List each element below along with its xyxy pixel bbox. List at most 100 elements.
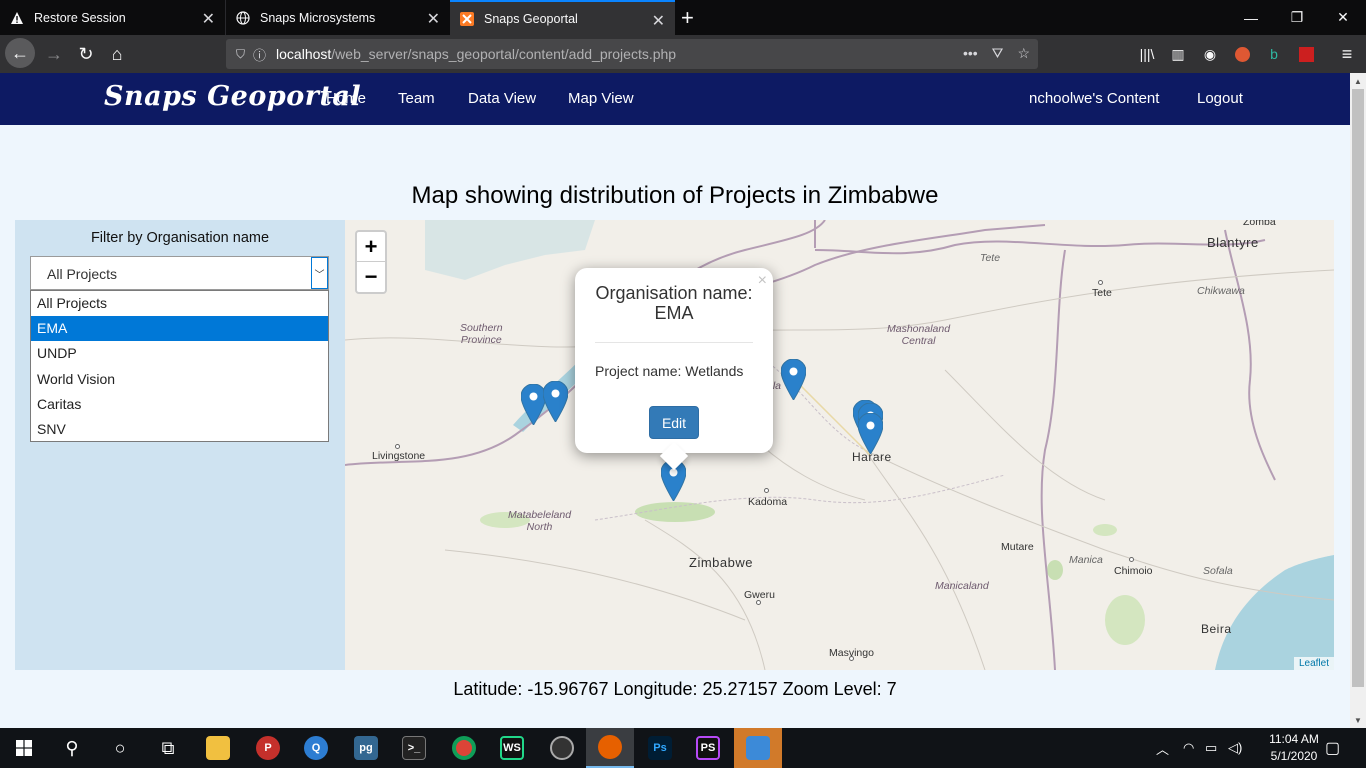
option-snv[interactable]: SNV [31, 417, 328, 442]
new-tab-icon[interactable]: + [681, 5, 694, 31]
popup-divider [595, 342, 753, 343]
browser-toolbar: ← → ↻ ⌂ ⛉ ⓘ localhost/web_server/snaps_g… [0, 35, 1366, 73]
place-label: Manicaland [935, 580, 989, 592]
media-app-icon[interactable] [538, 728, 586, 768]
pocket-icon[interactable]: ⛛ [992, 45, 1004, 62]
zoom-in-button[interactable]: + [357, 232, 385, 262]
reload-icon[interactable]: ↻ [72, 40, 100, 68]
tab-snaps-geoportal[interactable]: Snaps Geoportal ✕ [450, 0, 675, 35]
nav-data-view[interactable]: Data View [468, 90, 536, 107]
minimize-icon[interactable]: — [1228, 0, 1274, 35]
popup-org-label: Organisation name: [595, 283, 753, 303]
option-all-projects[interactable]: All Projects [31, 291, 328, 316]
city-dot [1129, 557, 1134, 562]
map-marker-icon[interactable] [781, 359, 806, 400]
nav-team[interactable]: Team [398, 90, 435, 107]
battery-icon[interactable]: ▭ [1205, 728, 1217, 768]
nav-user-content[interactable]: nchoolwe's Content [1029, 90, 1159, 107]
windows-start-icon[interactable] [0, 728, 48, 768]
bookmark-star-icon[interactable]: ☆ [1017, 45, 1030, 62]
tab-snaps-microsystems[interactable]: Snaps Microsystems ✕ [225, 0, 450, 35]
leaflet-map[interactable]: + − Zomba Blantyre Tete Tete Chikwawa So… [345, 220, 1334, 670]
xampp-icon [460, 11, 474, 26]
close-tab-icon[interactable]: ✕ [652, 11, 665, 31]
organisation-select[interactable]: All Projects ﹀ [30, 256, 329, 290]
map-marker-icon[interactable] [858, 413, 883, 454]
place-label: Manica [1069, 554, 1103, 566]
magnifier-app-icon[interactable]: Q [292, 728, 340, 768]
zoom-out-button[interactable]: − [357, 262, 385, 292]
info-icon[interactable]: ⓘ [253, 45, 266, 64]
forward-icon[interactable]: → [40, 40, 68, 68]
restore-window-icon[interactable]: ❐ [1274, 0, 1320, 35]
nav-map-view[interactable]: Map View [568, 90, 634, 107]
extension-bing-icon[interactable]: b [1264, 44, 1284, 64]
edit-button[interactable]: Edit [649, 406, 699, 439]
clock-date: 5/1/2020 [1270, 749, 1318, 763]
filter-label: Filter by Organisation name [90, 230, 270, 246]
selected-value: All Projects [47, 266, 118, 282]
shield-icon[interactable]: ⛉ [236, 47, 245, 62]
page-actions-icon[interactable]: ••• [963, 45, 978, 62]
leaflet-attribution-link[interactable]: Leaflet [1293, 657, 1334, 670]
popup-org-value: EMA [654, 303, 694, 323]
terminal-icon[interactable]: >_ [390, 728, 438, 768]
scrollbar-thumb[interactable] [1352, 89, 1364, 687]
warning-icon [10, 11, 24, 25]
app-p-icon[interactable]: P [244, 728, 292, 768]
filter-panel: Filter by Organisation name All Projects… [15, 220, 345, 670]
control-panel-icon[interactable] [734, 728, 782, 768]
chevron-down-icon[interactable]: ﹀ [311, 257, 328, 289]
map-marker-icon[interactable] [543, 381, 568, 422]
site-navbar: Snaps Geoportal Home Team Data View Map … [0, 73, 1350, 125]
firefox-icon[interactable] [586, 728, 634, 768]
system-clock[interactable]: 11:04 AM 5/1/2020 [1255, 731, 1333, 765]
home-icon[interactable]: ⌂ [103, 40, 131, 68]
tab-title: Restore Session [34, 10, 126, 25]
task-view-icon[interactable]: ⧉ [144, 728, 192, 768]
webstorm-icon[interactable]: WS [488, 728, 536, 768]
browser-tab-strip: Restore Session ✕ Snaps Microsystems ✕ S… [0, 0, 1366, 35]
nav-home[interactable]: Home [326, 90, 366, 107]
postgresql-icon[interactable]: pg [342, 728, 390, 768]
library-icon[interactable]: |||\ [1137, 44, 1157, 64]
extension-duckduckgo-icon[interactable] [1232, 44, 1252, 64]
place-label: Gweru [744, 589, 775, 601]
phpstorm-icon[interactable]: PS [684, 728, 732, 768]
chrome-icon[interactable] [440, 728, 488, 768]
marker-popup: × Organisation name: EMA Project name: W… [575, 268, 773, 471]
sidebar-icon[interactable]: ▥ [1168, 44, 1188, 64]
site-brand[interactable]: Snaps Geoportal [104, 81, 361, 112]
tray-overflow-icon[interactable]: ︿ [1156, 728, 1169, 768]
option-ema[interactable]: EMA [31, 316, 328, 342]
search-icon[interactable]: ⚲ [48, 728, 96, 768]
option-caritas[interactable]: Caritas [31, 392, 328, 417]
photoshop-icon[interactable]: Ps [636, 728, 684, 768]
place-label: Matabeleland North [508, 509, 572, 533]
city-dot [1098, 280, 1103, 285]
notifications-icon[interactable]: ▢ [1325, 728, 1340, 768]
clock-time: 11:04 AM [1269, 732, 1319, 746]
url-host: localhost [276, 46, 332, 62]
tab-restore-session[interactable]: Restore Session ✕ [0, 0, 225, 35]
close-window-icon[interactable]: ✕ [1320, 0, 1366, 35]
page-scrollbar[interactable]: ▲ ▼ [1350, 73, 1366, 728]
address-bar[interactable]: ⛉ ⓘ localhost/web_server/snaps_geoportal… [226, 39, 1038, 69]
option-undp[interactable]: UNDP [31, 341, 328, 366]
back-icon[interactable]: ← [5, 38, 35, 68]
cortana-icon[interactable]: ○ [96, 728, 144, 768]
close-tab-icon[interactable]: ✕ [202, 9, 215, 29]
wifi-icon[interactable]: ◠ [1183, 728, 1194, 768]
volume-icon[interactable]: ◁) [1228, 728, 1242, 768]
place-label: Southern Province [460, 322, 503, 346]
file-explorer-icon[interactable] [194, 728, 242, 768]
menu-icon[interactable]: ≡ [1337, 44, 1357, 64]
extension-flash-icon[interactable] [1296, 44, 1316, 64]
scroll-up-icon[interactable]: ▲ [1350, 73, 1366, 89]
scroll-down-icon[interactable]: ▼ [1350, 712, 1366, 728]
account-icon[interactable]: ◉ [1200, 44, 1220, 64]
nav-logout[interactable]: Logout [1197, 90, 1243, 107]
option-world-vision[interactable]: World Vision [31, 367, 328, 392]
close-tab-icon[interactable]: ✕ [427, 9, 440, 29]
place-label: Mutare [1001, 541, 1034, 553]
